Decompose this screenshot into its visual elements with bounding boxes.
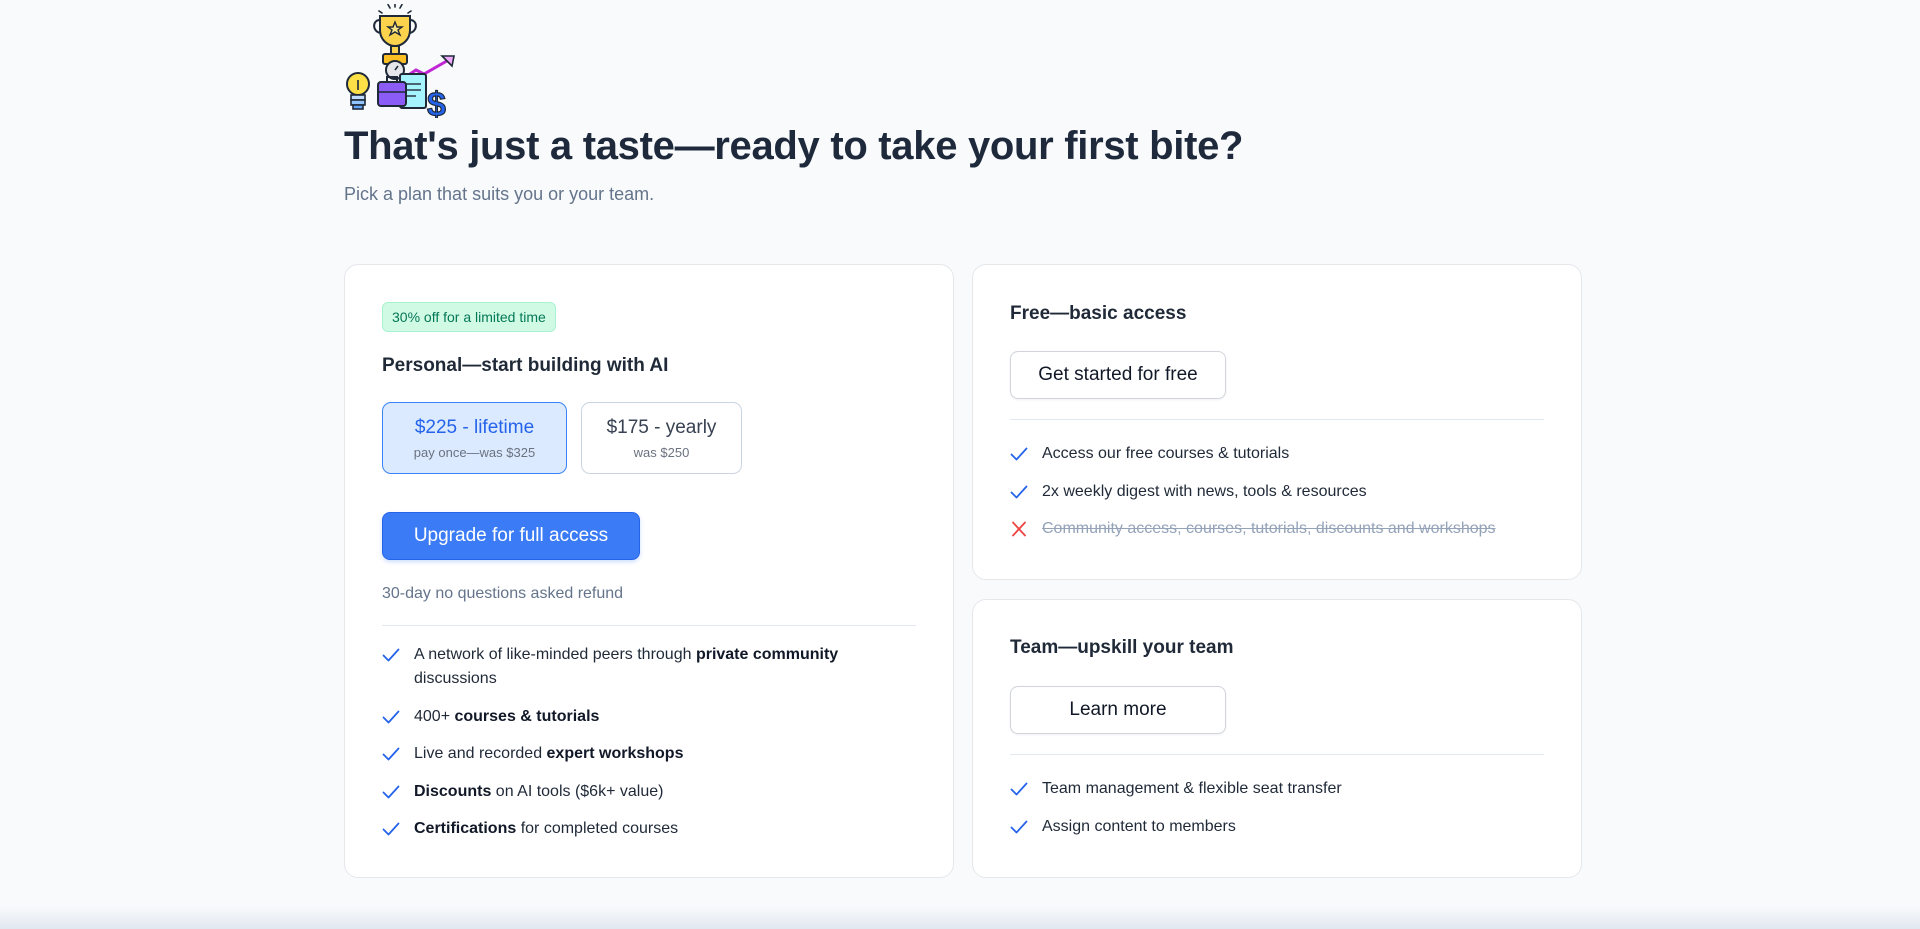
upgrade-button[interactable]: Upgrade for full access (382, 512, 640, 560)
divider (1010, 419, 1544, 420)
yearly-price-note: was $250 (633, 444, 690, 460)
svg-text:$: $ (427, 86, 446, 118)
learn-more-button[interactable]: Learn more (1010, 686, 1226, 734)
check-icon (382, 747, 400, 761)
yearly-price: $175 - yearly (606, 416, 717, 438)
check-icon (1010, 485, 1028, 498)
divider (382, 625, 916, 626)
feature-item: A network of like-minded peers through p… (382, 643, 916, 691)
check-icon (1010, 782, 1028, 796)
personal-plan-card: 30% off for a limited time Personal—star… (344, 264, 954, 878)
feature-item: Assign content to members (1010, 815, 1544, 839)
x-icon (1012, 521, 1026, 537)
lifetime-price: $225 - lifetime (414, 416, 535, 438)
get-started-free-button[interactable]: Get started for free (1010, 351, 1226, 399)
free-feature-list: Access our free courses & tutorials 2x w… (1010, 442, 1544, 555)
discount-badge: 30% off for a limited time (382, 302, 556, 332)
feature-item: Team management & flexible seat transfer (1010, 777, 1544, 801)
check-icon (382, 710, 400, 723)
check-icon (382, 648, 400, 662)
feature-item: Certifications for completed courses (382, 817, 916, 841)
free-plan-card: Free—basic access Get started for free A… (972, 264, 1582, 580)
check-icon (382, 785, 400, 798)
personal-feature-list: A network of like-minded peers through p… (382, 643, 916, 855)
feature-item: Discounts on AI tools ($6k+ value) (382, 780, 916, 804)
lifetime-price-note: pay once—was $325 (413, 444, 536, 460)
personal-plan-title: Personal—start building with AI (382, 355, 669, 376)
feature-item: 2x weekly digest with news, tools & reso… (1010, 480, 1544, 504)
feature-item: Access our free courses & tutorials (1010, 442, 1544, 466)
check-icon (1010, 820, 1028, 833)
yearly-price-option[interactable]: $175 - yearly was $250 (581, 402, 742, 474)
divider (1010, 754, 1544, 755)
check-icon (1010, 447, 1028, 461)
lifetime-price-option[interactable]: $225 - lifetime pay once—was $325 (382, 402, 567, 474)
page-subtitle: Pick a plan that suits you or your team. (344, 184, 655, 204)
check-icon (382, 822, 400, 836)
refund-note: 30-day no questions asked refund (382, 585, 624, 602)
feature-item: 400+ courses & tutorials (382, 705, 916, 729)
free-plan-title: Free—basic access (1010, 303, 1187, 324)
pricing-page: $ That's just a taste—ready to take your… (0, 0, 1920, 929)
trophy-growth-illustration: $ (346, 4, 455, 118)
team-feature-list: Team management & flexible seat transfer… (1010, 777, 1544, 852)
page-title: That's just a taste—ready to take your f… (344, 124, 1244, 168)
team-plan-title: Team—upskill your team (1010, 637, 1234, 658)
feature-item: Live and recorded expert workshops (382, 742, 916, 766)
bottom-shadow (0, 906, 1920, 929)
feature-item-excluded: Community access, courses, tutorials, di… (1010, 517, 1544, 541)
team-plan-card: Team—upskill your team Learn more Team m… (972, 599, 1582, 878)
